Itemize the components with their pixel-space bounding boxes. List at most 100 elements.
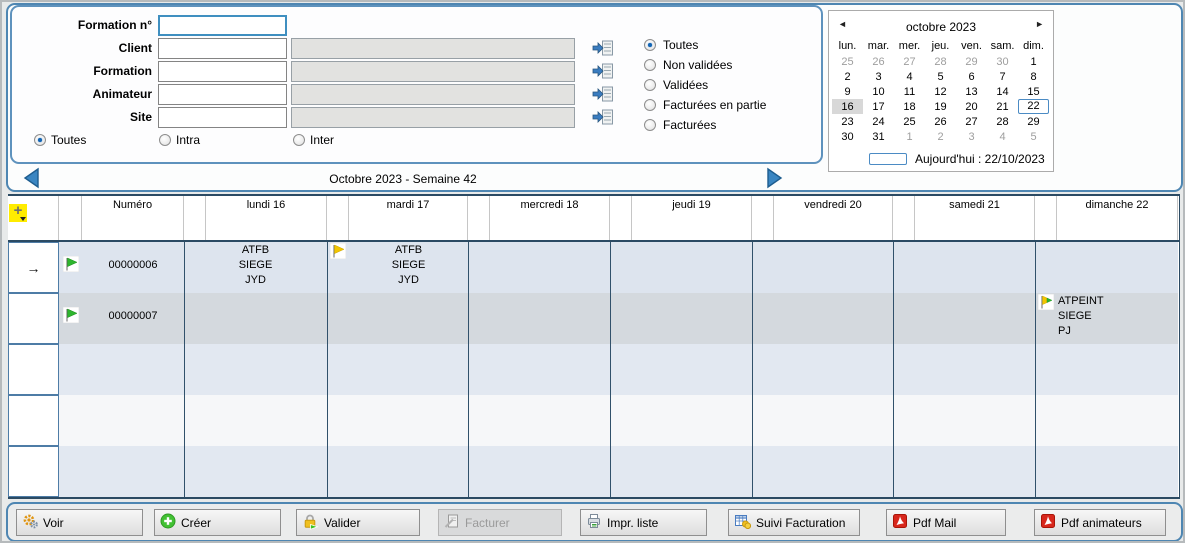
calendar-day[interactable]: 3 — [863, 69, 894, 84]
calendar-day[interactable]: 15 — [1018, 84, 1049, 99]
grid-header: Numérolundi 16mardi 17mercredi 18jeudi 1… — [8, 196, 1179, 242]
planning-cell-dimanche-22[interactable]: ATPEINT SIEGE PJ — [1035, 293, 1178, 344]
arrow-to-list-icon[interactable] — [592, 62, 614, 80]
column-divider — [893, 242, 894, 497]
calendar-day[interactable]: 29 — [1018, 114, 1049, 129]
grid-row — [59, 446, 1178, 497]
calendar-day[interactable]: 20 — [956, 99, 987, 114]
site-input[interactable] — [158, 107, 287, 128]
calendar-day[interactable]: 29 — [956, 54, 987, 69]
calendar-today-box[interactable] — [869, 153, 907, 165]
calendar-day[interactable]: 9 — [832, 84, 863, 99]
calendar-day[interactable]: 8 — [1018, 69, 1049, 84]
toolbar: Voir Créer Valider Facturer Impr. liste Suivi… — [6, 502, 1183, 542]
row-selector-cell[interactable] — [8, 344, 59, 395]
animateur-input[interactable] — [158, 84, 287, 105]
column-divider — [752, 242, 753, 497]
calendar-days-grid: 2526272829301234567891011121314151617181… — [829, 54, 1053, 144]
type-radio-intra[interactable] — [159, 134, 171, 146]
calendar-day[interactable]: 2 — [925, 129, 956, 144]
calendar-day[interactable]: 25 — [832, 54, 863, 69]
calendar-day[interactable]: 10 — [863, 84, 894, 99]
status-radio-validees[interactable] — [644, 79, 656, 91]
calendar-day[interactable]: 6 — [956, 69, 987, 84]
calendar-day[interactable]: 24 — [863, 114, 894, 129]
animateur-description-field — [291, 84, 575, 105]
client-input[interactable] — [158, 38, 287, 59]
calendar-day[interactable]: 4 — [894, 69, 925, 84]
calendar-day[interactable]: 30 — [832, 129, 863, 144]
status-radio-facturees-en-partie[interactable] — [644, 99, 656, 111]
calendar-day[interactable]: 1 — [894, 129, 925, 144]
formation-input[interactable] — [158, 61, 287, 82]
calendar-day[interactable]: 27 — [894, 54, 925, 69]
row-selector-cell[interactable] — [8, 446, 59, 497]
invoice-icon — [444, 513, 460, 532]
header-mercredi-18: mercredi 18 — [490, 196, 610, 240]
billing-grid-icon — [734, 513, 751, 532]
calendar-day[interactable]: 22 — [1018, 99, 1049, 114]
calendar-day[interactable]: 7 — [987, 69, 1018, 84]
calendar-day[interactable]: 18 — [894, 99, 925, 114]
calendar-day[interactable]: 19 — [925, 99, 956, 114]
header-mardi-17: mardi 17 — [349, 196, 468, 240]
numero-cell[interactable]: 00000006 — [82, 259, 184, 271]
formation-number-input[interactable] — [158, 15, 287, 36]
calendar-day[interactable]: 5 — [1018, 129, 1049, 144]
calendar-day[interactable]: 12 — [925, 84, 956, 99]
status-radio-label: Facturées — [663, 119, 716, 132]
creer-button[interactable]: Créer — [154, 509, 281, 536]
calendar-day[interactable]: 28 — [925, 54, 956, 69]
calendar-day[interactable]: 1 — [1018, 54, 1049, 69]
calendar-day[interactable]: 3 — [956, 129, 987, 144]
row-selector-cell[interactable] — [8, 293, 59, 344]
status-radio-toutes[interactable] — [644, 39, 656, 51]
arrow-to-list-icon[interactable] — [592, 39, 614, 57]
calendar-day[interactable]: 23 — [832, 114, 863, 129]
status-radio-non-validees[interactable] — [644, 59, 656, 71]
calendar-day[interactable]: 26 — [925, 114, 956, 129]
calendar-day[interactable]: 4 — [987, 129, 1018, 144]
numero-cell[interactable]: 00000007 — [82, 310, 184, 322]
calendar-day[interactable]: 14 — [987, 84, 1018, 99]
add-column-icon[interactable]: + — [9, 204, 27, 222]
calendar-day[interactable]: 17 — [863, 99, 894, 114]
suivi-facturation-button[interactable]: Suivi Facturation — [728, 509, 860, 536]
header-flag-cell — [327, 196, 349, 240]
row-selector-cell[interactable]: → — [8, 242, 59, 293]
pdf-icon — [892, 513, 908, 532]
column-divider — [610, 242, 611, 497]
arrow-to-list-icon[interactable] — [592, 108, 614, 126]
calendar-day[interactable]: 11 — [894, 84, 925, 99]
calendar-day[interactable]: 21 — [987, 99, 1018, 114]
calendar-day[interactable]: 16 — [832, 99, 863, 114]
calendar-day[interactable]: 13 — [956, 84, 987, 99]
status-radio-facturees[interactable] — [644, 119, 656, 131]
calendar-day[interactable]: 27 — [956, 114, 987, 129]
header-dimanche-22: dimanche 22 — [1057, 196, 1178, 240]
valider-button[interactable]: Valider — [296, 509, 420, 536]
planning-cell-lundi-16[interactable]: ATFB SIEGE JYD — [184, 242, 327, 293]
pdf-mail-button[interactable]: Pdf Mail — [886, 509, 1006, 536]
row-selector-cell[interactable] — [8, 395, 59, 446]
header-lundi-16: lundi 16 — [206, 196, 327, 240]
impr-liste-button[interactable]: Impr. liste — [580, 509, 707, 536]
type-radio-inter[interactable] — [293, 134, 305, 146]
calendar-day[interactable]: 31 — [863, 129, 894, 144]
calendar-day[interactable]: 2 — [832, 69, 863, 84]
status-radio-label: Validées — [663, 79, 708, 92]
calendar-day[interactable]: 30 — [987, 54, 1018, 69]
arrow-to-list-icon[interactable] — [592, 85, 614, 103]
type-radio-label: Intra — [176, 134, 200, 147]
voir-button[interactable]: Voir — [16, 509, 143, 536]
planning-cell-mardi-17[interactable]: ATFB SIEGE JYD — [327, 242, 468, 293]
next-week-arrow-icon[interactable] — [764, 167, 784, 189]
pdf-animateurs-button[interactable]: Pdf animateurs — [1034, 509, 1166, 536]
type-radio-toutes[interactable] — [34, 134, 46, 146]
calendar-day[interactable]: 26 — [863, 54, 894, 69]
calendar-day[interactable]: 28 — [987, 114, 1018, 129]
button-label: Facturer — [465, 516, 510, 530]
calendar-day[interactable]: 25 — [894, 114, 925, 129]
calendar-day[interactable]: 5 — [925, 69, 956, 84]
calendar-next-month-icon[interactable]: ► — [1035, 19, 1044, 29]
